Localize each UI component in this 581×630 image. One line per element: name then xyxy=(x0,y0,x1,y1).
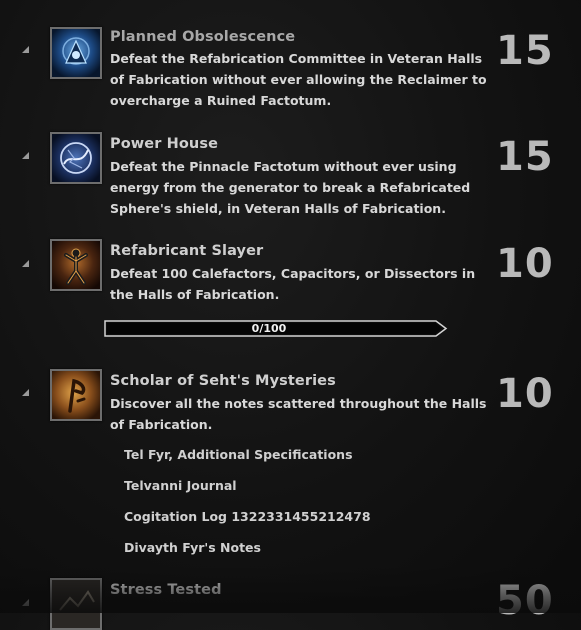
note-item: Telvanni Journal xyxy=(124,478,237,493)
scholar-icon xyxy=(50,369,102,421)
achievement-points: 10 xyxy=(496,371,554,417)
achievement-title: Scholar of Seht's Mysteries xyxy=(110,373,336,389)
achievement-title: Stress Tested xyxy=(110,582,222,598)
stress-tested-icon xyxy=(50,578,102,630)
planned-obsolescence-icon xyxy=(50,27,102,79)
expand-arrow-icon[interactable] xyxy=(22,46,29,53)
expand-arrow-icon[interactable] xyxy=(22,599,29,606)
achievement-points: 15 xyxy=(496,28,554,74)
note-item: Cogitation Log 1322331455212478 xyxy=(124,509,371,524)
power-house-icon xyxy=(50,132,102,184)
achievement-title: Power House xyxy=(110,136,219,152)
progress-text: 0/100 xyxy=(251,322,287,335)
achievement-description: Defeat the Refabrication Committee in Ve… xyxy=(110,51,487,108)
achievement-title: Refabricant Slayer xyxy=(110,243,264,259)
expand-arrow-icon[interactable] xyxy=(22,389,29,396)
achievement-points: 10 xyxy=(496,241,554,287)
expand-arrow-icon[interactable] xyxy=(22,260,29,267)
achievement-title: Planned Obsolescence xyxy=(110,29,296,45)
achievement-points: 50 xyxy=(496,578,554,624)
achievement-points: 15 xyxy=(496,134,554,180)
refabricant-slayer-icon xyxy=(50,239,102,291)
note-item: Divayth Fyr's Notes xyxy=(124,540,261,555)
progress-bar: 0/100 xyxy=(104,320,448,337)
note-item: Tel Fyr, Additional Specifications xyxy=(124,447,353,462)
achievement-description: Discover all the notes scattered through… xyxy=(110,396,487,432)
expand-arrow-icon[interactable] xyxy=(22,152,29,159)
achievement-description: Defeat the Pinnacle Factotum without eve… xyxy=(110,159,471,216)
achievement-description: Defeat 100 Calefactors, Capacitors, or D… xyxy=(110,266,476,302)
